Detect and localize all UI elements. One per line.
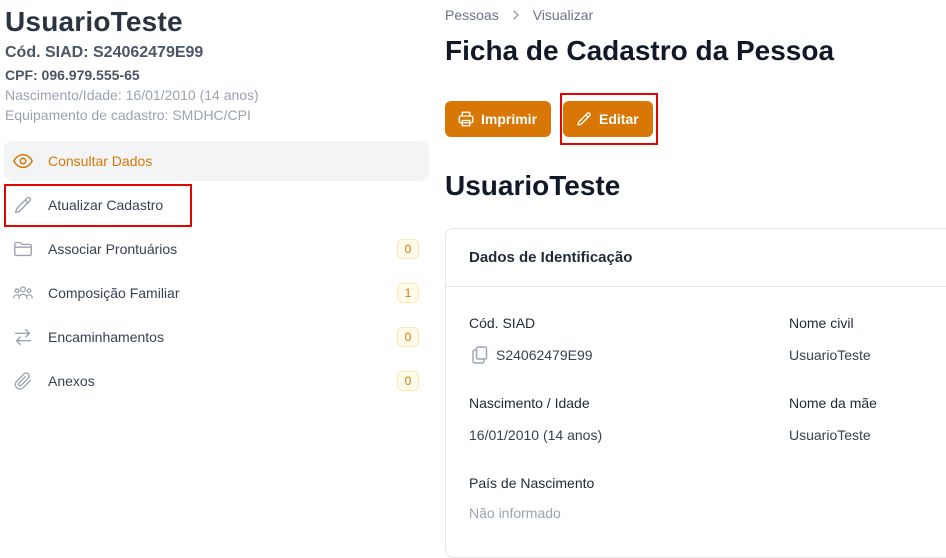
menu-item-consultar-dados[interactable]: Consultar Dados <box>4 141 429 181</box>
menu-item-label: Anexos <box>48 373 95 389</box>
birth-country-label: País de Nascimento <box>469 475 595 491</box>
users-icon <box>12 282 34 304</box>
breadcrumb: Pessoas Visualizar <box>445 7 593 23</box>
civil-name-value: UsuarioTeste <box>789 347 871 363</box>
identification-card: Dados de Identificação Cód. SIAD S240624… <box>445 228 946 558</box>
cpf: CPF: 096.979.555-65 <box>5 67 140 83</box>
copy-icon[interactable] <box>472 346 488 364</box>
breadcrumb-link-pessoas[interactable]: Pessoas <box>445 7 499 23</box>
menu-item-label: Composição Familiar <box>48 285 180 301</box>
birth-age: Nascimento/Idade: 16/01/2010 (14 anos) <box>5 87 259 103</box>
count-badge: 0 <box>397 371 419 391</box>
siad-code: Cód. SIAD: S24062479E99 <box>5 44 204 61</box>
siad-value-row: S24062479E99 <box>472 346 593 364</box>
sidebar: UsuarioTeste Cód. SIAD: S24062479E99 CPF… <box>0 0 432 537</box>
birth-value: 16/01/2010 (14 anos) <box>469 427 603 443</box>
breadcrumb-current: Visualizar <box>532 7 594 23</box>
menu-item-label: Associar Prontuários <box>48 241 178 257</box>
highlight-edit-button <box>560 93 658 145</box>
page-title: Ficha de Cadastro da Pessoa <box>445 35 835 66</box>
birth-label: Nascimento / Idade <box>469 395 590 411</box>
mother-name-label: Nome da mãe <box>789 395 877 411</box>
registration-equipment: Equipamento de cadastro: SMDHC/CPI <box>5 107 251 123</box>
folder-icon <box>12 238 34 260</box>
civil-name-label: Nome civil <box>789 315 854 331</box>
person-name-heading: UsuarioTeste <box>445 170 621 201</box>
birth-country-value: Não informado <box>469 505 561 521</box>
print-button-label: Imprimir <box>481 111 538 127</box>
chevron-right-icon <box>511 9 521 21</box>
count-badge: 0 <box>397 239 419 259</box>
arrows-exchange-icon <box>12 326 34 348</box>
highlight-atualizar-cadastro <box>4 184 192 227</box>
main-content: Pessoas Visualizar Ficha de Cadastro da … <box>445 0 946 558</box>
print-button[interactable]: Imprimir <box>445 101 551 137</box>
card-header: Dados de Identificação <box>446 229 946 287</box>
menu-item-label: Consultar Dados <box>48 153 153 169</box>
count-badge: 0 <box>397 327 419 347</box>
count-badge: 1 <box>397 283 419 303</box>
printer-icon <box>457 110 481 128</box>
menu-item-label: Encaminhamentos <box>48 329 164 345</box>
paperclip-icon <box>12 370 34 392</box>
menu-item-encaminhamentos[interactable]: Encaminhamentos 0 <box>4 317 429 357</box>
user-name-heading: UsuarioTeste <box>5 6 183 37</box>
siad-value: S24062479E99 <box>496 347 593 363</box>
menu-item-composicao-familiar[interactable]: Composição Familiar 1 <box>4 273 429 313</box>
mother-name-value: UsuarioTeste <box>789 427 871 443</box>
card-title: Dados de Identificação <box>469 249 633 266</box>
eye-icon <box>12 150 34 172</box>
menu-item-anexos[interactable]: Anexos 0 <box>4 361 429 401</box>
menu-item-associar-prontuarios[interactable]: Associar Prontuários 0 <box>4 229 429 269</box>
siad-label: Cód. SIAD <box>469 315 536 331</box>
